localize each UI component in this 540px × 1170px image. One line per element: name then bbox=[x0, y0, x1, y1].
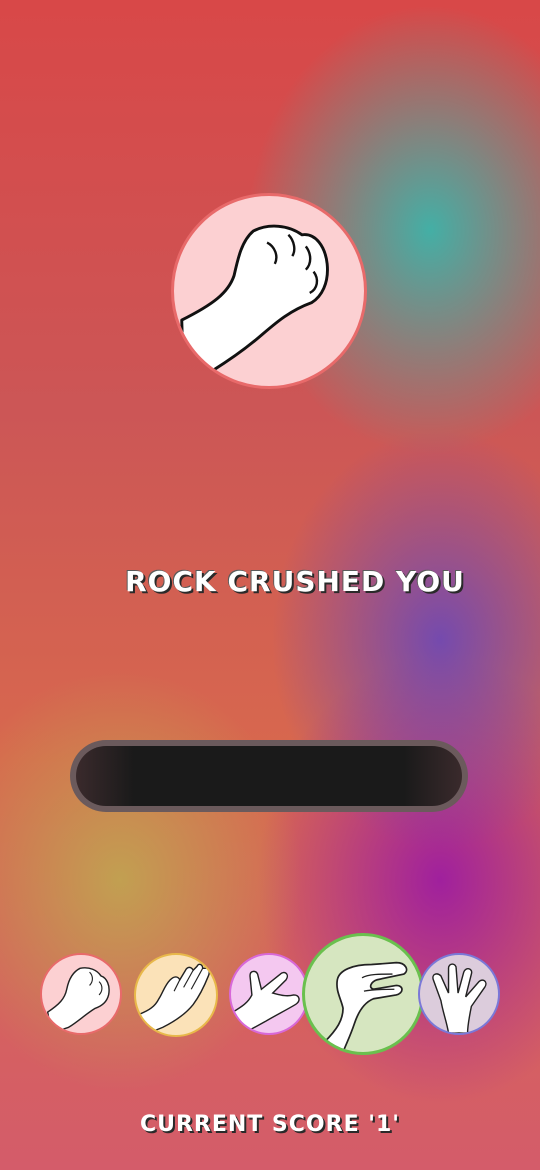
option-lizard-button[interactable] bbox=[302, 933, 424, 1055]
open-hand-icon bbox=[139, 963, 210, 1035]
timer-bar bbox=[70, 740, 468, 812]
option-rock-button[interactable] bbox=[40, 953, 122, 1035]
game-screen: { "game": { "computer_choice": "rock", "… bbox=[0, 0, 540, 1170]
fist-icon bbox=[180, 224, 329, 386]
option-scissors-button[interactable] bbox=[229, 953, 309, 1035]
result-message: ROCK CRUSHED YOU bbox=[125, 565, 465, 598]
vulcan-hand-icon bbox=[432, 963, 487, 1033]
option-paper-button[interactable] bbox=[134, 953, 218, 1037]
peace-hand-icon bbox=[231, 970, 300, 1033]
option-spock-button[interactable] bbox=[418, 953, 500, 1035]
timer-bar-track bbox=[76, 746, 462, 806]
current-score: CURRENT SCORE '1' bbox=[139, 1112, 401, 1137]
lizard-hand-icon bbox=[322, 961, 408, 1052]
computer-choice-rock bbox=[171, 193, 367, 389]
fist-icon bbox=[46, 967, 110, 1033]
